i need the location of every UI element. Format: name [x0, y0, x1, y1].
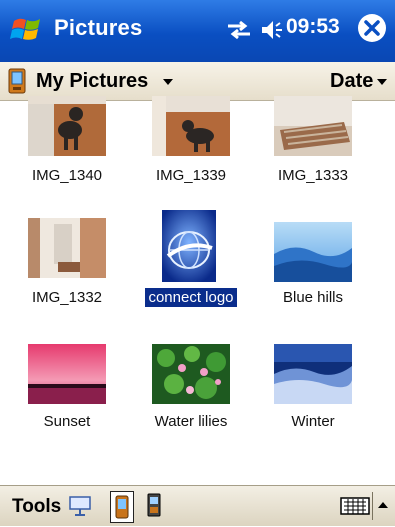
- device-icon: [115, 495, 129, 519]
- picture-thumbnail[interactable]: [152, 96, 230, 156]
- windows-start-icon[interactable]: [10, 13, 44, 47]
- picture-thumbnail[interactable]: [162, 210, 216, 282]
- app-title: Pictures: [54, 15, 143, 40]
- picture-thumbnail[interactable]: [152, 344, 230, 404]
- device-folder-icon: [8, 68, 26, 94]
- picture-name[interactable]: Sunset: [7, 413, 127, 430]
- close-icon: [364, 20, 380, 36]
- chevron-down-icon[interactable]: [377, 79, 387, 85]
- divider: [372, 492, 373, 520]
- sort-dropdown[interactable]: Date: [330, 70, 373, 93]
- tools-menu[interactable]: Tools: [12, 496, 61, 518]
- connectivity-icon[interactable]: [226, 18, 252, 42]
- chevron-up-icon[interactable]: [378, 502, 388, 508]
- picture-name[interactable]: Blue hills: [253, 289, 373, 306]
- picture-thumbnail[interactable]: [28, 344, 106, 404]
- picture-name[interactable]: IMG_1332: [7, 289, 127, 306]
- keyboard-icon[interactable]: [340, 496, 370, 516]
- picture-thumbnail[interactable]: [28, 96, 106, 156]
- chevron-down-icon[interactable]: [163, 79, 173, 85]
- picture-name[interactable]: Water lilies: [131, 413, 251, 430]
- picture-name-selected[interactable]: connect logo: [131, 287, 251, 308]
- picture-thumbnail[interactable]: [274, 96, 352, 156]
- menu-bar: Tools: [0, 485, 395, 526]
- picture-thumbnail[interactable]: [28, 218, 106, 278]
- picture-name[interactable]: Winter: [253, 413, 373, 430]
- picture-name[interactable]: IMG_1333: [253, 167, 373, 184]
- clock[interactable]: 09:53: [286, 15, 340, 39]
- device-view-button[interactable]: [110, 491, 134, 523]
- title-bar: Pictures 09:53: [0, 0, 395, 62]
- close-button[interactable]: [358, 14, 386, 42]
- folder-dropdown[interactable]: My Pictures: [36, 70, 148, 93]
- volume-icon[interactable]: [260, 18, 284, 42]
- picture-name[interactable]: IMG_1339: [131, 167, 251, 184]
- slideshow-icon[interactable]: [68, 495, 92, 517]
- storage-card-icon[interactable]: [146, 492, 162, 518]
- picture-thumbnail[interactable]: [274, 344, 352, 404]
- picture-thumbnail[interactable]: [274, 222, 352, 282]
- picture-name[interactable]: IMG_1340: [7, 167, 127, 184]
